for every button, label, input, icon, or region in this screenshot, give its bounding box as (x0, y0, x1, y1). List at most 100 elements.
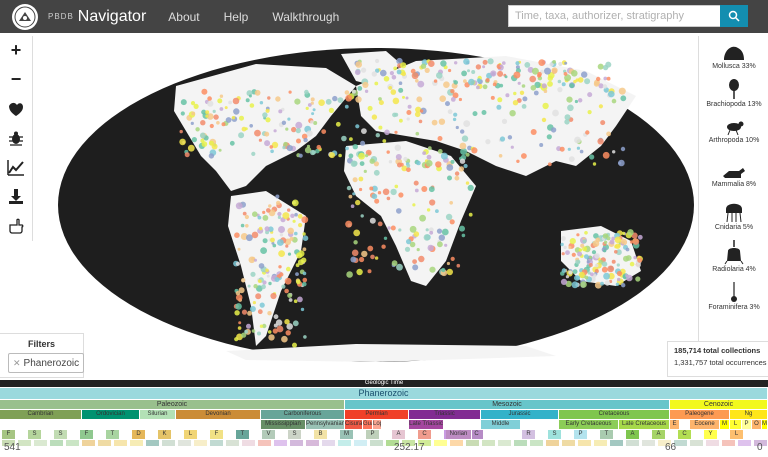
taxon-radiolaria[interactable]: Radiolaria 4% (699, 239, 768, 273)
substage-cell[interactable] (66, 440, 80, 446)
collection-point[interactable] (361, 67, 367, 73)
collection-point[interactable] (563, 72, 568, 76)
collection-point[interactable] (426, 160, 433, 167)
collection-point[interactable] (312, 108, 316, 112)
collection-point[interactable] (558, 61, 563, 67)
collection-point[interactable] (265, 268, 269, 273)
collection-point[interactable] (429, 199, 436, 206)
collection-point[interactable] (618, 159, 625, 167)
collection-point[interactable] (439, 95, 447, 102)
collection-point[interactable] (406, 167, 411, 173)
stage-16[interactable]: A (392, 430, 406, 439)
collection-point[interactable] (401, 71, 407, 77)
collection-point[interactable] (378, 100, 384, 106)
collection-point[interactable] (412, 203, 416, 207)
collection-point[interactable] (302, 271, 307, 276)
collection-point[interactable] (538, 59, 546, 66)
collection-point[interactable] (245, 224, 249, 228)
collection-point[interactable] (303, 137, 308, 143)
substage-cell[interactable] (50, 440, 64, 446)
collection-point[interactable] (449, 201, 454, 205)
stage-3[interactable]: S (54, 430, 68, 439)
collection-point[interactable] (587, 110, 592, 115)
collection-point[interactable] (371, 114, 378, 120)
collection-point[interactable] (586, 260, 590, 264)
collection-point[interactable] (407, 104, 412, 109)
collection-point[interactable] (516, 159, 520, 163)
collection-point[interactable] (291, 199, 299, 207)
collection-point[interactable] (606, 76, 611, 81)
collection-point[interactable] (239, 115, 244, 121)
collection-point[interactable] (394, 130, 398, 134)
collection-point[interactable] (449, 219, 455, 225)
collection-point[interactable] (584, 231, 588, 235)
stage-23[interactable]: P (574, 430, 588, 439)
collection-point[interactable] (594, 263, 599, 268)
collection-point[interactable] (453, 80, 458, 85)
collection-point[interactable] (587, 92, 593, 98)
collection-point[interactable] (581, 71, 588, 78)
collection-point[interactable] (237, 326, 242, 330)
substage-cell[interactable] (130, 440, 144, 446)
collection-point[interactable] (355, 199, 361, 206)
collection-point[interactable] (459, 225, 465, 232)
substage-cell[interactable] (34, 440, 48, 446)
collection-point[interactable] (353, 240, 358, 245)
collection-point[interactable] (577, 251, 583, 257)
collection-point[interactable] (247, 284, 251, 288)
collection-point[interactable] (381, 244, 386, 249)
collection-point[interactable] (604, 280, 611, 286)
taxon-brachiopoda[interactable]: Brachiopoda 13% (699, 78, 768, 108)
era-cenozoic[interactable]: Cenozoic (670, 400, 768, 409)
collection-point[interactable] (482, 65, 486, 69)
collection-point[interactable] (387, 226, 391, 230)
collection-point[interactable] (262, 210, 266, 214)
collection-point[interactable] (253, 284, 258, 289)
collection-point[interactable] (537, 73, 542, 78)
collection-point[interactable] (252, 211, 258, 217)
collection-point[interactable] (609, 239, 615, 245)
collection-point[interactable] (571, 252, 576, 257)
collection-point[interactable] (371, 193, 378, 200)
collection-point[interactable] (392, 97, 400, 105)
collection-point[interactable] (360, 214, 364, 218)
collection-point[interactable] (277, 239, 284, 246)
collection-point[interactable] (614, 244, 618, 249)
epoch-11[interactable]: E (670, 420, 680, 429)
collection-point[interactable] (412, 259, 417, 264)
collection-point[interactable] (637, 234, 643, 240)
collection-point[interactable] (598, 104, 604, 109)
collection-point[interactable] (371, 71, 377, 77)
collection-point[interactable] (399, 118, 403, 123)
collection-point[interactable] (364, 89, 369, 93)
collection-point[interactable] (259, 101, 264, 105)
collection-point[interactable] (302, 232, 306, 236)
epoch-5[interactable]: Lopingian (373, 420, 382, 429)
collection-point[interactable] (241, 278, 246, 283)
collection-point[interactable] (201, 88, 208, 95)
collection-point[interactable] (232, 97, 240, 105)
collection-point[interactable] (400, 62, 407, 69)
collection-point[interactable] (361, 250, 368, 258)
collection-point[interactable] (577, 77, 584, 83)
collection-point[interactable] (374, 198, 380, 204)
collection-point[interactable] (571, 70, 578, 77)
collection-point[interactable] (559, 146, 565, 152)
period-cambrian[interactable]: Cambrian (0, 410, 82, 419)
substage-cell[interactable] (642, 440, 656, 446)
collection-point[interactable] (355, 124, 360, 129)
collection-point[interactable] (321, 129, 327, 134)
collection-point[interactable] (389, 71, 394, 76)
collection-point[interactable] (296, 252, 303, 259)
collection-point[interactable] (235, 202, 243, 210)
collection-point[interactable] (391, 260, 398, 267)
collection-point[interactable] (270, 237, 275, 243)
collection-point[interactable] (398, 81, 403, 85)
period-silurian[interactable]: Silurian (140, 410, 176, 419)
collection-point[interactable] (228, 100, 233, 105)
collection-point[interactable] (273, 129, 277, 133)
collection-point[interactable] (361, 128, 367, 134)
collection-point[interactable] (250, 271, 256, 277)
collection-point[interactable] (453, 112, 458, 117)
collection-point[interactable] (249, 103, 255, 108)
